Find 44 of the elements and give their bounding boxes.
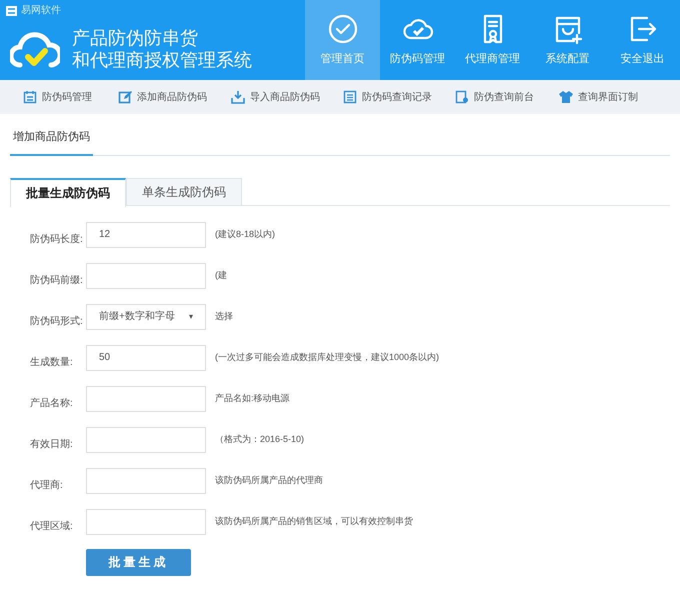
input-field[interactable]: 12 (86, 222, 206, 248)
tab[interactable]: 单条生成防伪码 (126, 178, 242, 206)
field-hint: 选择 (215, 310, 233, 323)
input-field[interactable] (86, 386, 206, 412)
app-title: 和代理商授权管理系统 (72, 49, 252, 71)
field-hint: (一次过多可能会造成数据库处理变慢，建议1000条以内) (215, 350, 440, 364)
generate-button[interactable]: 批量生成 (86, 548, 191, 576)
field-hint: 该防伪码所属产品的销售区域，可以有效控制串货 (215, 514, 413, 528)
field-label: 防伪码形式: (29, 314, 84, 329)
calendar-icon (23, 90, 37, 104)
section-title: 增加商品防伪码 (10, 129, 93, 156)
input-field[interactable] (86, 262, 206, 288)
tab[interactable]: 批量生成防伪码 (10, 178, 126, 206)
select-field[interactable]: 前缀+数字和字母 ▾ (86, 304, 206, 330)
edit-icon (118, 90, 132, 104)
field-label: 有效日期: (29, 438, 74, 452)
subnav-link[interactable]: 导入商品防伪码 (231, 90, 343, 104)
subnav-link[interactable]: 防伪码查询记录 (343, 90, 455, 104)
input-field[interactable] (86, 426, 206, 452)
field-hint: 该防伪码所属产品的代理商 (215, 474, 323, 487)
subnav-link[interactable]: 防伪查询前台 (455, 90, 559, 104)
input-field[interactable]: 50 (86, 344, 206, 370)
input-field[interactable] (86, 468, 206, 494)
cloud-check-logo-icon (10, 29, 60, 69)
list-icon (343, 90, 357, 104)
field-label: 防伪码前缀: (29, 274, 84, 288)
field-label: 代理区域: (29, 520, 74, 534)
field-hint: (建 (215, 268, 227, 282)
field-label: 代理商: (29, 478, 64, 493)
vendor-name: 易网软件 (21, 4, 61, 18)
download-icon (231, 90, 245, 104)
field-label: 产品名称: (29, 396, 74, 411)
input-field[interactable] (86, 508, 206, 534)
subnav-link[interactable]: 查询界面订制 (559, 90, 649, 104)
shirt-icon (559, 90, 573, 104)
check-circle-icon (326, 12, 358, 45)
field-hint: 产品名如:移动电源 (215, 392, 290, 405)
subnav-link[interactable]: 防伪码管理 (23, 90, 118, 104)
subnav-link[interactable]: 添加商品防伪码 (118, 90, 231, 104)
field-label: 生成数量: (29, 356, 74, 370)
field-label: 防伪码长度: (29, 232, 84, 247)
field-hint: （格式为：2016-5-10) (215, 432, 304, 446)
app-title: 产品防伪防串货 (72, 27, 199, 49)
field-hint: (建议8-18以内) (215, 228, 276, 241)
